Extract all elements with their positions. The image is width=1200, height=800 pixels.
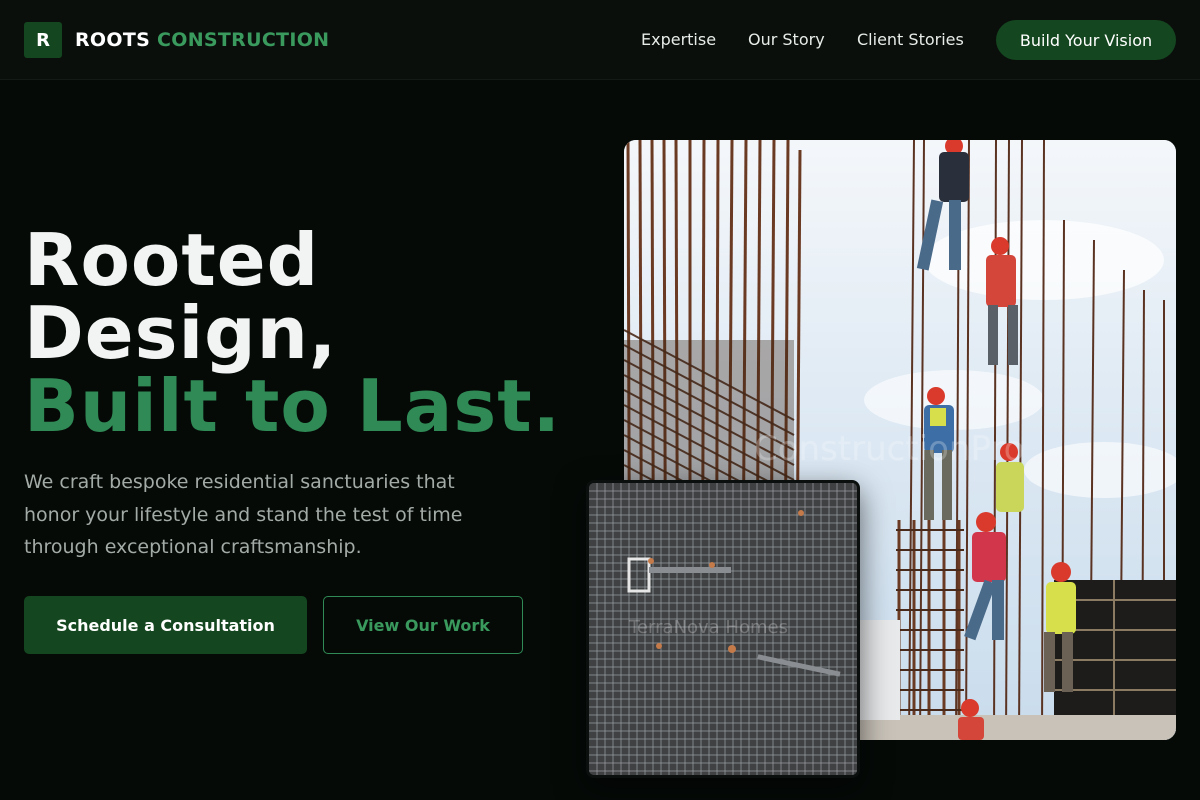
headline-line-2: Design, xyxy=(24,291,338,375)
brand-name[interactable]: ROOTS CONSTRUCTION xyxy=(75,29,329,51)
nav-link-expertise[interactable]: Expertise xyxy=(641,30,716,49)
nav-link-client-stories[interactable]: Client Stories xyxy=(857,30,964,49)
headline-line-3: Built to Last. xyxy=(24,364,562,448)
top-navigation: R ROOTS CONSTRUCTION Expertise Our Story… xyxy=(0,0,1200,80)
headline-line-1: Rooted xyxy=(24,218,320,302)
nav-link-our-story[interactable]: Our Story xyxy=(748,30,825,49)
steel-mesh-illustration: TerraNova Homes xyxy=(589,483,857,775)
hero-headline: Rooted Design, Built to Last. xyxy=(24,224,561,443)
schedule-consultation-button[interactable]: Schedule a Consultation xyxy=(24,596,307,654)
svg-text:ConstructionPro: ConstructionPro xyxy=(754,429,1024,469)
hero-description: We craft bespoke residential sanctuaries… xyxy=(24,471,463,558)
view-our-work-button[interactable]: View Our Work xyxy=(323,596,523,654)
hero-inset-photo: TerraNova Homes xyxy=(586,480,860,778)
logo-mark[interactable]: R xyxy=(24,22,62,58)
svg-text:TerraNova Homes: TerraNova Homes xyxy=(628,617,788,638)
build-your-vision-button[interactable]: Build Your Vision xyxy=(996,20,1176,60)
brand-name-part1: ROOTS xyxy=(75,29,151,51)
brand-name-part2: CONSTRUCTION xyxy=(157,29,330,51)
